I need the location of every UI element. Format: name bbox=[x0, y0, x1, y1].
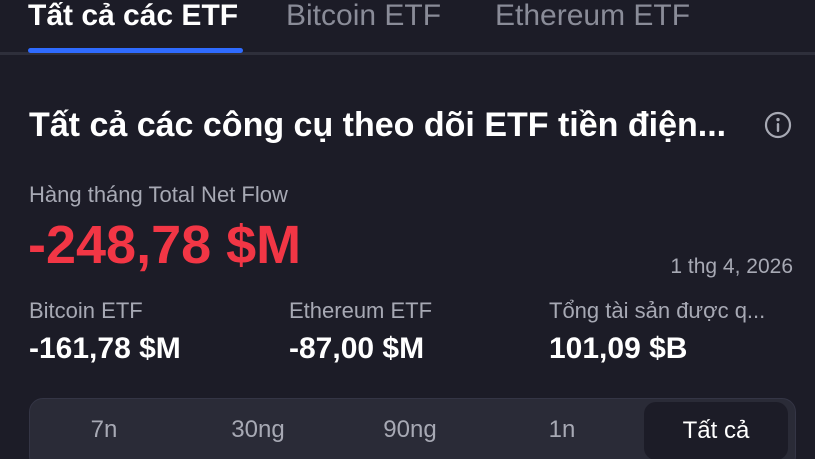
stat-label: Tổng tài sản được q... bbox=[549, 298, 766, 323]
total-assets-stat: Tổng tài sản được q... 101,09 $B bbox=[549, 297, 765, 367]
range-option-all[interactable]: Tất cả bbox=[644, 402, 788, 459]
monthly-net-flow-label: Hàng tháng Total Net Flow bbox=[29, 182, 288, 207]
range-option-7d[interactable]: 7n bbox=[30, 399, 178, 459]
monthly-net-flow-value: -248,78 $M bbox=[28, 215, 302, 275]
info-circle-icon[interactable] bbox=[764, 111, 792, 139]
tab-ethereum-etf[interactable]: Ethereum ETF bbox=[495, 0, 690, 36]
card-title: Tất cả các công cụ theo dõi ETF tiền điệ… bbox=[29, 106, 727, 144]
active-tab-indicator bbox=[28, 48, 243, 53]
tab-all-etf[interactable]: Tất cả các ETF bbox=[28, 0, 238, 36]
bitcoin-etf-stat: Bitcoin ETF -161,78 $M bbox=[29, 297, 181, 367]
range-option-30d[interactable]: 30ng bbox=[182, 399, 334, 459]
etf-tabs: Tất cả các ETF Bitcoin ETF Ethereum ETF bbox=[0, 0, 815, 55]
metric-date: 1 thg 4, 2026 bbox=[670, 255, 793, 278]
ethereum-etf-stat: Ethereum ETF -87,00 $M bbox=[289, 297, 432, 367]
stat-value: -87,00 $M bbox=[289, 332, 425, 365]
time-range-selector: 7n 30ng 90ng 1n Tất cả bbox=[29, 398, 796, 459]
range-option-90d[interactable]: 90ng bbox=[334, 399, 486, 459]
stat-label: Bitcoin ETF bbox=[29, 298, 143, 323]
range-option-1y[interactable]: 1n bbox=[486, 399, 638, 459]
stat-label: Ethereum ETF bbox=[289, 298, 433, 323]
etf-screen: Tất cả các ETF Bitcoin ETF Ethereum ETF … bbox=[0, 0, 815, 459]
stat-value: -161,78 $M bbox=[29, 332, 181, 365]
tab-bitcoin-etf[interactable]: Bitcoin ETF bbox=[286, 0, 441, 36]
stat-value: 101,09 $B bbox=[549, 332, 688, 365]
